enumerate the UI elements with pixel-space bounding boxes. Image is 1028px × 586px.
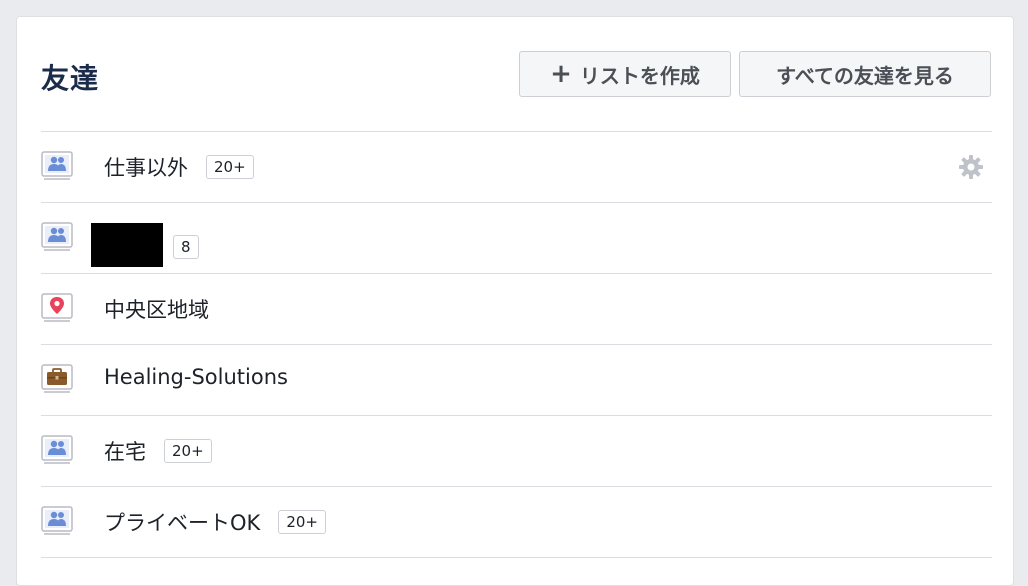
- list-item[interactable]: 8: [41, 202, 992, 273]
- list-item[interactable]: 在宅 20+: [41, 415, 992, 486]
- plus-icon: +: [550, 59, 572, 89]
- create-list-button[interactable]: + リストを作成: [519, 51, 731, 97]
- create-list-label: リストを作成: [579, 63, 700, 88]
- list-item[interactable]: Healing-Solutions: [41, 344, 992, 415]
- briefcase-icon: [41, 364, 73, 396]
- count-badge: 8: [173, 235, 199, 259]
- friend-lists: 仕事以外 20+ 8 中央区地域 Healing-Solutions 在宅 20…: [41, 131, 992, 567]
- list-item[interactable]: プライベートOK 20+: [41, 486, 992, 557]
- friends-list-icon: [41, 506, 73, 538]
- list-item[interactable]: 仕事以外 20+: [41, 131, 992, 202]
- list-item-label: 中央区地域: [104, 298, 209, 322]
- see-all-friends-button[interactable]: すべての友達を見る: [739, 51, 991, 97]
- list-item[interactable]: 中央区地域: [41, 273, 992, 344]
- list-divider: [41, 557, 992, 567]
- friends-list-icon: [41, 435, 73, 467]
- gear-icon[interactable]: [958, 154, 984, 180]
- friends-card: 友達 + リストを作成 すべての友達を見る 仕事以外 20+ 8 中央区地域 H…: [16, 16, 1014, 586]
- count-badge: 20+: [278, 510, 326, 534]
- count-badge: 20+: [164, 439, 212, 463]
- card-header: 友達 + リストを作成 すべての友達を見る: [17, 17, 1013, 131]
- location-pin-icon: [41, 293, 73, 325]
- friends-list-icon: [41, 222, 73, 254]
- list-item-label: Healing-Solutions: [104, 365, 288, 389]
- count-badge: 20+: [206, 155, 254, 179]
- list-item-label: 在宅: [104, 440, 146, 464]
- list-item-label: 仕事以外: [104, 156, 188, 180]
- page-title: 友達: [41, 62, 100, 95]
- see-all-friends-label: すべての友達を見る: [776, 63, 954, 88]
- redacted-label: [91, 223, 163, 267]
- friends-list-icon: [41, 151, 73, 183]
- list-item-label: プライベートOK: [104, 511, 261, 535]
